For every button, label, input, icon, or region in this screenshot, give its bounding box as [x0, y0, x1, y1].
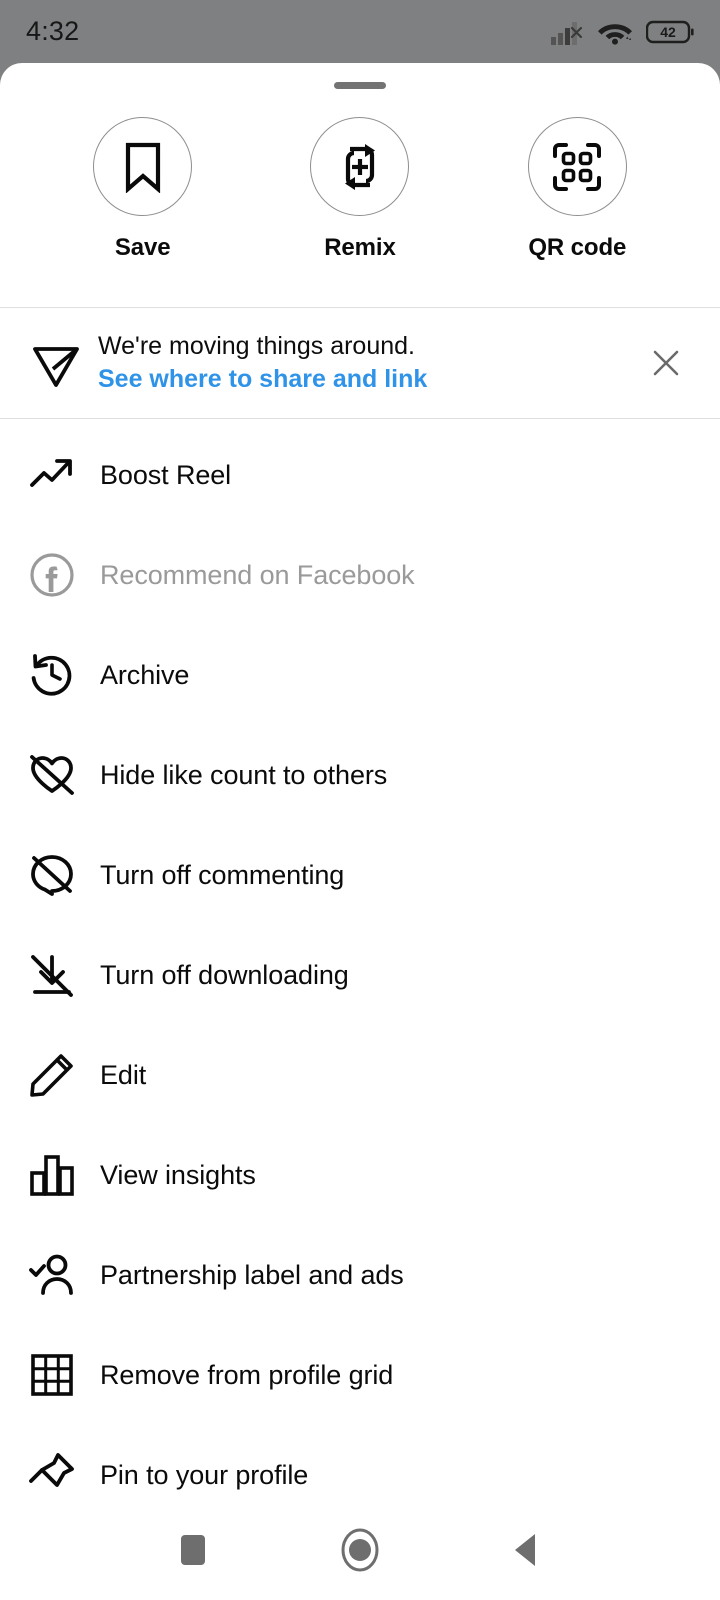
- trending-up-icon: [28, 451, 76, 499]
- menu-item-label: Edit: [100, 1059, 147, 1090]
- menu-item-label: Hide like count to others: [100, 759, 388, 790]
- archive-clock-icon: [28, 651, 76, 699]
- action-qr-code[interactable]: QR code: [497, 117, 657, 262]
- download-off-icon: [28, 951, 76, 999]
- menu-item-label: Turn off downloading: [100, 959, 349, 990]
- menu-item-view-insights[interactable]: View insights: [0, 1125, 720, 1225]
- menu-item-label: Remove from profile grid: [100, 1359, 394, 1390]
- menu-item-label: Pin to your profile: [100, 1459, 309, 1490]
- qr-code-button[interactable]: [527, 117, 627, 216]
- menu-item-label: Archive: [100, 659, 190, 690]
- action-save[interactable]: Save: [63, 117, 223, 262]
- pushpin-icon: [28, 1451, 76, 1499]
- menu-item-archive[interactable]: Archive: [0, 625, 720, 725]
- circle-icon: [341, 1528, 379, 1572]
- comment-off-icon: [28, 851, 76, 899]
- facebook-icon: [28, 551, 76, 599]
- options-menu-list: Boost Reel Recommend on Facebook Archive: [0, 419, 720, 1500]
- cellular-signal-no-sim-icon: [551, 21, 583, 45]
- bookmark-icon: [125, 142, 160, 193]
- menu-item-recommend-on-facebook[interactable]: Recommend on Facebook: [0, 525, 720, 625]
- close-icon: [653, 350, 679, 376]
- menu-item-partnership-label-and-ads[interactable]: Partnership label and ads: [0, 1225, 720, 1325]
- battery-icon: 42: [646, 20, 694, 43]
- triangle-back-icon: [514, 1534, 535, 1566]
- info-banner[interactable]: We're moving things around. See where to…: [0, 308, 720, 418]
- share-paper-plane-icon: [28, 336, 84, 390]
- banner-link[interactable]: See where to share and link: [98, 363, 636, 396]
- status-clock: 4:32: [26, 16, 80, 46]
- recents-button[interactable]: [158, 1515, 228, 1585]
- menu-item-label: Boost Reel: [100, 459, 232, 490]
- square-icon: [181, 1535, 206, 1565]
- person-check-icon: [28, 1251, 76, 1299]
- menu-item-remove-from-profile-grid[interactable]: Remove from profile grid: [0, 1325, 720, 1425]
- action-remix[interactable]: Remix: [280, 117, 440, 262]
- banner-title: We're moving things around.: [98, 332, 415, 360]
- back-button[interactable]: [492, 1515, 562, 1585]
- bar-chart-icon: [28, 1151, 76, 1199]
- menu-item-label: Partnership label and ads: [100, 1259, 404, 1290]
- home-button[interactable]: [325, 1515, 395, 1585]
- battery-level-text: 42: [660, 24, 676, 40]
- status-icons: 42: [550, 18, 694, 46]
- quick-actions-row: Save Remix QR code: [0, 89, 720, 262]
- menu-item-hide-like-count[interactable]: Hide like count to others: [0, 725, 720, 825]
- menu-item-pin-to-your-profile[interactable]: Pin to your profile: [0, 1425, 720, 1500]
- grid-icon: [28, 1351, 76, 1399]
- action-save-label: Save: [114, 234, 171, 261]
- heart-off-icon: [28, 751, 76, 799]
- menu-item-boost-reel[interactable]: Boost Reel: [0, 425, 720, 525]
- menu-item-label: Turn off commenting: [100, 859, 345, 890]
- save-button[interactable]: [93, 117, 193, 216]
- android-nav-bar: [0, 1500, 720, 1600]
- action-remix-label: Remix: [324, 234, 396, 261]
- action-qr-code-label: QR code: [528, 234, 627, 261]
- menu-item-label: Recommend on Facebook: [100, 559, 415, 590]
- menu-item-label: View insights: [100, 1159, 256, 1190]
- remix-loop-plus-icon: [344, 143, 375, 190]
- status-bar: 4:32 42: [0, 0, 720, 63]
- qr-code-icon: [553, 142, 602, 191]
- remix-button[interactable]: [310, 117, 410, 216]
- bottom-sheet: Save Remix QR code We're moving things a…: [0, 63, 720, 1500]
- menu-item-edit[interactable]: Edit: [0, 1025, 720, 1125]
- pencil-icon: [28, 1051, 76, 1099]
- banner-close-button[interactable]: [636, 346, 696, 380]
- banner-text-group: We're moving things around. See where to…: [84, 330, 636, 396]
- wifi-icon: [598, 23, 632, 45]
- drag-handle[interactable]: [334, 82, 386, 89]
- menu-item-turn-off-downloading[interactable]: Turn off downloading: [0, 925, 720, 1025]
- menu-item-turn-off-commenting[interactable]: Turn off commenting: [0, 825, 720, 925]
